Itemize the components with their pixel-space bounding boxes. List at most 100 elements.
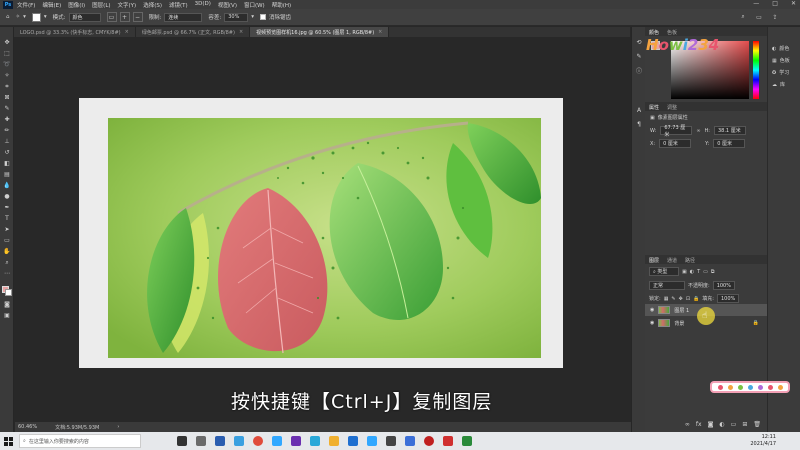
history-brush-icon[interactable]: ↺ <box>3 149 11 156</box>
background-color-swatch[interactable] <box>5 289 12 296</box>
menu-item[interactable]: 视图(V) <box>218 1 237 9</box>
close-icon[interactable]: × <box>125 29 129 35</box>
zoom-tool-icon[interactable]: ⌕ <box>3 259 11 266</box>
tab-layers[interactable]: 图层 <box>649 257 659 264</box>
character-icon[interactable]: A <box>635 107 643 114</box>
new-selection-icon[interactable]: ▭ <box>106 12 117 22</box>
marquee-tool-icon[interactable]: ⬚ <box>3 50 11 57</box>
ime-tools-icon[interactable] <box>777 384 783 390</box>
info-icon[interactable]: ⓘ <box>635 67 643 75</box>
menu-item[interactable]: 编辑(E) <box>42 1 61 9</box>
lock-all-icon[interactable]: 🔒 <box>693 296 699 302</box>
path-selection-icon[interactable]: ➤ <box>3 226 11 233</box>
tab-channels[interactable]: 通道 <box>667 257 677 264</box>
move-tool-icon[interactable]: ✥ <box>3 39 11 46</box>
layer-filter-select[interactable]: ⌕ 类型 <box>649 267 679 276</box>
subtract-selection-icon[interactable]: − <box>132 12 143 22</box>
magic-wand-tool-icon[interactable]: ✧ <box>16 14 21 20</box>
tab-adjustments[interactable]: 调整 <box>667 104 677 111</box>
search-icon[interactable]: ⌕ <box>738 12 748 22</box>
fx-icon[interactable]: fx <box>696 421 702 432</box>
sample-select[interactable]: 连续 <box>164 12 203 22</box>
app-icon[interactable] <box>462 436 472 446</box>
system-clock[interactable]: 12:11 2021/4/17 <box>750 434 776 448</box>
tab-swatches[interactable]: 色板 <box>667 29 677 36</box>
side-item-color[interactable]: ◐ 颜色 <box>772 45 789 53</box>
lock-paint-icon[interactable]: ✎ <box>671 296 675 302</box>
x-field[interactable]: 0 厘米 <box>659 139 692 148</box>
tab-color[interactable]: 颜色 <box>649 29 659 36</box>
paragraph-icon[interactable]: ¶ <box>635 121 643 128</box>
ime-emoji-icon[interactable] <box>737 384 743 390</box>
healing-brush-icon[interactable]: ✚ <box>3 116 11 123</box>
brush-tool-icon[interactable]: ✏ <box>3 127 11 134</box>
height-field[interactable]: 38.1 厘米 <box>713 126 746 135</box>
dodge-tool-icon[interactable]: ● <box>3 193 11 200</box>
maximize-button[interactable]: □ <box>772 0 778 7</box>
folder-icon[interactable]: ▭ <box>731 421 737 432</box>
antialias-checkbox[interactable] <box>259 14 266 20</box>
tab-properties[interactable]: 属性 <box>649 104 659 111</box>
app-icon[interactable] <box>310 436 320 446</box>
gradient-tool-icon[interactable]: ▤ <box>3 171 11 178</box>
app-icon[interactable] <box>405 436 415 446</box>
app-icon[interactable] <box>386 436 396 446</box>
lasso-tool-icon[interactable]: ➰ <box>3 61 11 68</box>
trash-icon[interactable]: 🗑 <box>753 421 761 432</box>
menu-item[interactable]: 滤镜(T) <box>169 1 188 9</box>
frame-tool-icon[interactable]: ⊠ <box>3 94 11 101</box>
mask-icon[interactable]: ◙ <box>708 421 714 432</box>
blur-tool-icon[interactable]: 💧 <box>3 182 11 189</box>
eyedropper-tool-icon[interactable]: ✎ <box>3 105 11 112</box>
tolerance-input[interactable]: 30% <box>224 12 249 22</box>
app-icon[interactable] <box>348 436 358 446</box>
app-icon[interactable] <box>443 436 453 446</box>
type-tool-icon[interactable]: T <box>3 215 11 222</box>
floating-ime-toolbar[interactable] <box>710 381 790 393</box>
tool-preset-dropdown[interactable]: ▾ <box>23 14 26 20</box>
tab-paths[interactable]: 路径 <box>685 257 695 264</box>
lock-pixels-icon[interactable]: ▦ <box>664 296 669 302</box>
task-view-icon[interactable] <box>177 436 187 446</box>
app-icon[interactable] <box>196 436 206 446</box>
share-icon[interactable]: ⇪ <box>770 12 780 22</box>
quick-mask-icon[interactable]: ◙ <box>3 301 11 308</box>
more-tools-icon[interactable]: ⋯ <box>3 270 11 277</box>
ime-skin-icon[interactable] <box>767 384 773 390</box>
eye-icon[interactable]: ◉ <box>650 320 654 326</box>
width-field[interactable]: 67.73 厘米 <box>660 125 693 138</box>
eye-icon[interactable]: ◉ <box>650 307 654 313</box>
menu-item[interactable]: 文件(F) <box>17 1 35 9</box>
y-field[interactable]: 0 厘米 <box>713 139 746 148</box>
ime-mode-icon[interactable] <box>727 384 733 390</box>
hand-tool-icon[interactable]: ✋ <box>3 248 11 255</box>
menu-item[interactable]: 文字(Y) <box>118 1 137 9</box>
menu-item[interactable]: 窗口(W) <box>244 1 265 9</box>
premiere-icon[interactable] <box>291 436 301 446</box>
close-icon[interactable]: × <box>378 29 382 35</box>
screen-mode-icon[interactable]: ▣ <box>3 312 11 319</box>
tab-video-preview[interactable]: 视频预览图样机16.jpg @ 60.5% (图层 1, RGB/8#) × <box>250 27 390 37</box>
menu-item[interactable]: 图层(L) <box>92 1 110 9</box>
ime-logo-icon[interactable] <box>717 384 723 390</box>
home-icon[interactable]: ⌂ <box>6 14 10 20</box>
side-item-learn[interactable]: ✪ 学习 <box>772 69 789 77</box>
record-icon[interactable] <box>424 436 434 446</box>
opacity-field[interactable]: 100% <box>712 281 735 290</box>
mode-select[interactable]: 颜色 <box>68 12 101 22</box>
pen-tool-icon[interactable]: ✒ <box>3 204 11 211</box>
windows-start-icon[interactable] <box>4 436 13 446</box>
fill-field[interactable]: 100% <box>716 294 739 303</box>
photoshop-icon[interactable] <box>367 436 377 446</box>
taskbar-search[interactable]: ⌕ 在这里输入你要搜索的内容 <box>19 434 141 448</box>
leaf-photo[interactable] <box>108 118 541 358</box>
add-selection-icon[interactable]: + <box>119 12 130 22</box>
menu-item[interactable]: 帮助(H) <box>272 1 291 9</box>
shape-tool-icon[interactable]: ▭ <box>3 237 11 244</box>
filter-adjust-icon[interactable]: ◐ <box>690 269 694 275</box>
menu-item[interactable]: 图像(I) <box>68 1 85 9</box>
clone-stamp-icon[interactable]: ⊥ <box>3 138 11 145</box>
link-icon[interactable]: ∞ <box>696 128 700 134</box>
menu-item[interactable]: 3D(D) <box>195 1 211 9</box>
filter-pixel-icon[interactable]: ▣ <box>682 269 687 275</box>
